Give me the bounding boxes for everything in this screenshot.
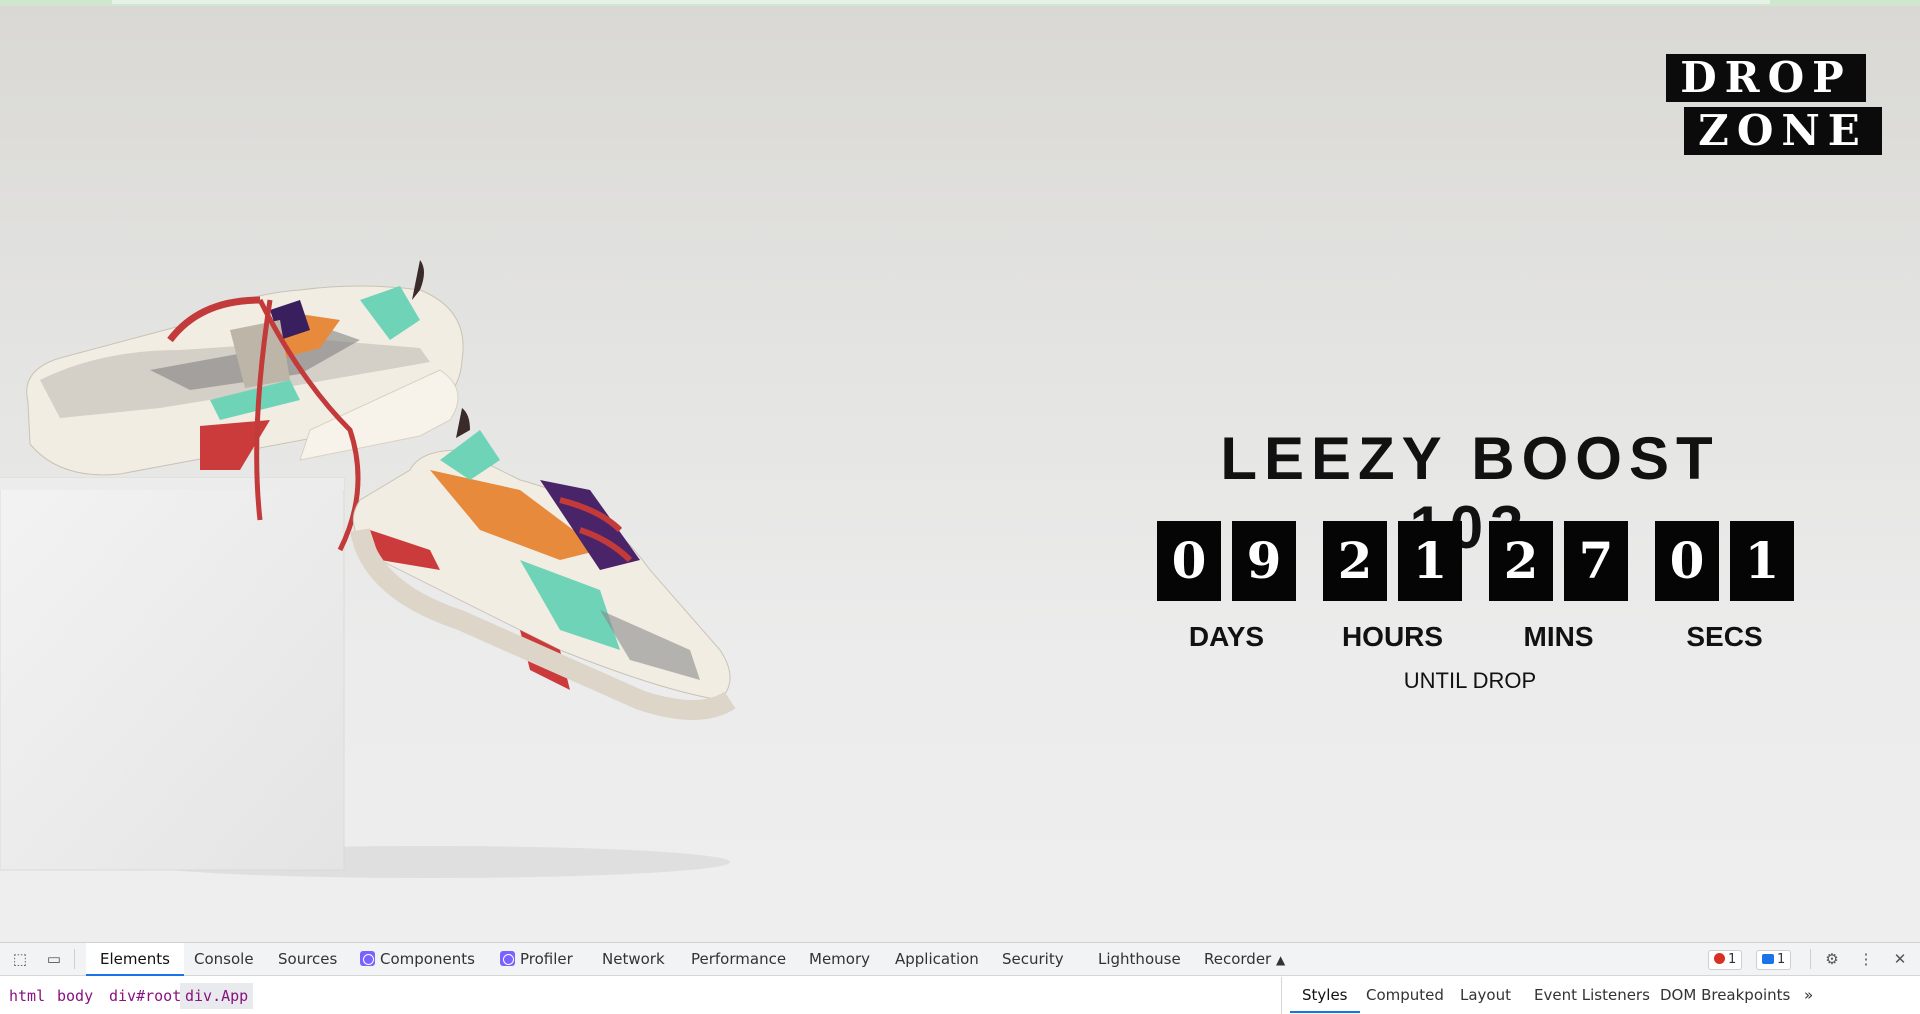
tab-layout[interactable]: Layout	[1460, 977, 1511, 1013]
countdown-mins: 2 7 MINS	[1489, 521, 1639, 652]
tab-console[interactable]: Console	[194, 943, 254, 976]
message-count: 1	[1777, 952, 1786, 967]
error-count: 1	[1728, 952, 1737, 967]
sneaker-bottom	[350, 408, 736, 720]
countdown-days: 0 9 DAYS	[1157, 521, 1307, 652]
breadcrumb-item[interactable]: div.App	[180, 983, 254, 1009]
message-count-badge[interactable]: 1	[1756, 950, 1792, 970]
logo-line-2: ZONE	[1684, 107, 1882, 155]
flask-icon: ▲	[1276, 953, 1286, 967]
countdown-hours: 2 1 HOURS	[1323, 521, 1473, 652]
countdown-digit: 2	[1489, 521, 1553, 601]
countdown-label-hours: HOURS	[1341, 621, 1444, 652]
logo-line-1: DROP	[1666, 54, 1866, 102]
countdown-timer: 0 9 DAYS 2 1 HOURS 2 7 MINS 0 1 SECS	[1157, 521, 1797, 652]
react-icon	[500, 951, 515, 966]
pedestal-box	[0, 477, 345, 871]
tab-computed[interactable]: Computed	[1366, 977, 1444, 1013]
tab-event-listeners[interactable]: Event Listeners	[1534, 977, 1650, 1013]
tab-performance[interactable]: Performance	[691, 943, 786, 976]
react-icon	[360, 951, 375, 966]
tab-network[interactable]: Network	[602, 943, 665, 976]
tab-profiler[interactable]: Profiler	[500, 943, 573, 976]
toolbar-divider	[1810, 949, 1811, 969]
breadcrumb-item[interactable]: div#root	[104, 983, 186, 1009]
countdown-digit: 7	[1564, 521, 1628, 601]
styles-pane-tabs: Styles Computed Layout Event Listeners D…	[1284, 977, 1920, 1014]
countdown-digit: 1	[1398, 521, 1462, 601]
countdown-label-days: DAYS	[1188, 621, 1265, 652]
tab-components-label: Components	[380, 950, 475, 968]
tab-components[interactable]: Components	[360, 943, 475, 976]
countdown-secs: 0 1 SECS	[1655, 521, 1805, 652]
tab-recorder[interactable]: Recorder ▲	[1204, 943, 1285, 976]
close-icon[interactable]: ✕	[1890, 951, 1910, 969]
tab-sources[interactable]: Sources	[278, 943, 337, 976]
tab-memory[interactable]: Memory	[809, 943, 870, 976]
countdown-caption: UNTIL DROP	[1403, 668, 1537, 693]
countdown-digit: 0	[1157, 521, 1221, 601]
tab-application[interactable]: Application	[895, 943, 979, 976]
drop-zone-logo[interactable]: DROP ZONE	[1660, 54, 1882, 158]
tab-recorder-label: Recorder	[1204, 950, 1272, 968]
message-icon	[1762, 954, 1774, 964]
tab-security[interactable]: Security	[1002, 943, 1064, 976]
error-icon	[1714, 953, 1725, 964]
kebab-menu-icon[interactable]: ⋮	[1856, 951, 1876, 969]
countdown-digit: 2	[1323, 521, 1387, 601]
devtools-footer: html body div#root div.App Styles Comput…	[0, 977, 1920, 1014]
tab-elements[interactable]: Elements	[86, 943, 184, 976]
breadcrumb-item[interactable]: body	[52, 983, 98, 1009]
countdown-label-mins: MINS	[1523, 621, 1594, 652]
tab-dom-breakpoints[interactable]: DOM Breakpoints	[1660, 977, 1790, 1013]
breadcrumb-item[interactable]: html	[4, 983, 50, 1009]
sneaker-product-image	[0, 260, 736, 878]
tab-profiler-label: Profiler	[520, 950, 573, 968]
devtools-tab-bar: ⬚ ▭ Elements Console Sources Components …	[0, 943, 1920, 976]
tab-lighthouse[interactable]: Lighthouse	[1098, 943, 1181, 976]
page-viewport: DROP ZONE LEEZY BOOST 103 0 9 DAYS 2 1 H…	[0, 0, 1920, 942]
tab-styles[interactable]: Styles	[1290, 977, 1360, 1013]
countdown-digit: 1	[1730, 521, 1794, 601]
devtools-panel: ⬚ ▭ Elements Console Sources Components …	[0, 942, 1920, 1014]
error-count-badge[interactable]: 1	[1708, 950, 1743, 970]
toolbar-divider	[74, 949, 75, 969]
device-toggle-icon[interactable]: ▭	[44, 951, 64, 969]
countdown-digit: 9	[1232, 521, 1296, 601]
browser-top-strip	[0, 0, 1920, 6]
inspect-icon[interactable]: ⬚	[10, 951, 30, 969]
chevron-double-right-icon[interactable]: »	[1804, 977, 1813, 1013]
breadcrumb: html body div#root div.App	[0, 977, 1282, 1014]
countdown-digit: 0	[1655, 521, 1719, 601]
gear-icon[interactable]: ⚙	[1822, 951, 1842, 969]
countdown-label-secs: SECS	[1686, 621, 1763, 652]
